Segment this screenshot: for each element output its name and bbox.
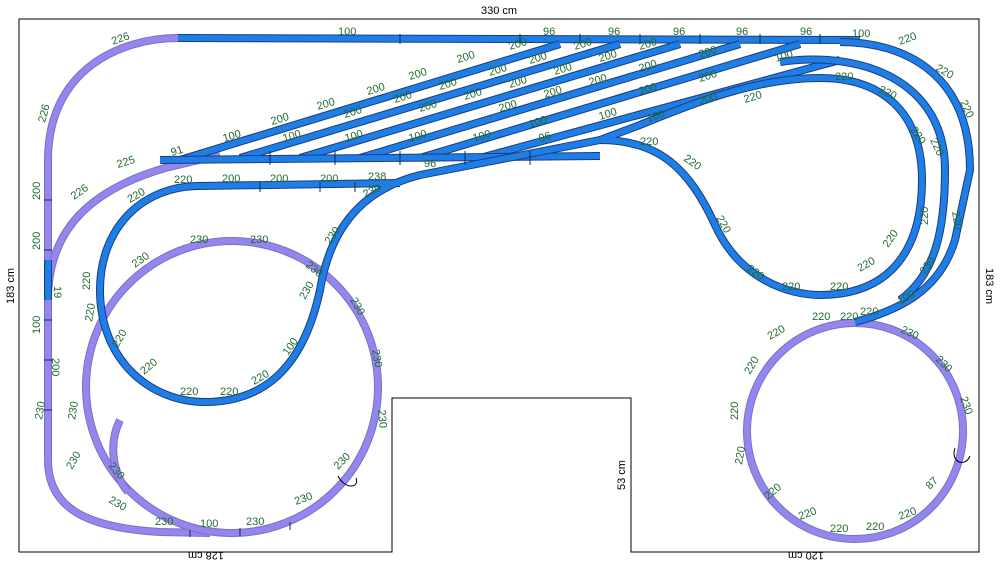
track-piece-label: 220 bbox=[220, 386, 238, 398]
track-piece-label: 87 bbox=[924, 475, 941, 492]
track-piece-label: 220 bbox=[881, 228, 901, 250]
track-piece-label: 19 bbox=[51, 286, 63, 298]
track-piece-label: 220 bbox=[138, 356, 160, 377]
track-piece-label: 100 bbox=[471, 128, 492, 145]
track-piece-label: 220 bbox=[812, 311, 830, 323]
track-piece-label: 220 bbox=[782, 281, 800, 293]
track-piece-label: 230 bbox=[347, 296, 367, 318]
track-piece-label: 96 bbox=[673, 26, 685, 38]
track-piece-label: 100 bbox=[338, 26, 356, 38]
track-piece-label: 230 bbox=[64, 450, 84, 472]
track-piece-label: 220 bbox=[180, 386, 198, 398]
track-piece-label: 220 bbox=[797, 505, 818, 523]
track-piece-label: 200 bbox=[31, 182, 43, 200]
track-piece-label: 96 bbox=[736, 26, 748, 38]
track-piece-label: 200 bbox=[49, 358, 61, 376]
track-layout-diagram: 330 cm 183 cm 183 cm 128 cm 120 cm 53 cm bbox=[5, 5, 995, 561]
track-piece-label: 96 bbox=[800, 26, 812, 38]
track-piece-label: 230 bbox=[155, 516, 173, 528]
track-piece-label: 100 bbox=[31, 316, 43, 334]
track-piece-label: 200 bbox=[222, 173, 240, 185]
track-piece-label: 220 bbox=[835, 71, 853, 83]
track-piece-label: 220 bbox=[640, 136, 658, 148]
track-piece-label: 220 bbox=[742, 355, 762, 377]
track-piece-label: 200 bbox=[407, 66, 428, 83]
track-piece-labels: 100 96 96 96 96 96 100 226 226 220 220 2… bbox=[31, 26, 976, 535]
dimension-bottom-right: 120 cm bbox=[788, 549, 824, 561]
track-piece-label: 226 bbox=[69, 182, 91, 202]
track-piece-label: 220 bbox=[83, 302, 98, 322]
track-piece-label: 225 bbox=[115, 154, 136, 171]
track-piece-label: 230 bbox=[107, 494, 129, 514]
track-piece-label: 200 bbox=[637, 81, 658, 98]
track-piece-label: 200 bbox=[697, 44, 718, 61]
track-piece-label: 220 bbox=[840, 311, 858, 323]
track-piece-label: 96 bbox=[424, 158, 436, 170]
track-piece-label: 96 bbox=[543, 26, 555, 38]
track-piece-label: 220 bbox=[110, 328, 130, 350]
track-piece-label: 220 bbox=[897, 30, 918, 48]
dimension-left: 183 cm bbox=[5, 268, 17, 304]
track-piece-label: 230 bbox=[66, 400, 81, 420]
track-piece-label: 230 bbox=[369, 348, 384, 368]
track-piece-label: 230 bbox=[246, 516, 264, 528]
track-piece-label: 230 bbox=[250, 234, 268, 246]
track-piece-label: 220 bbox=[830, 523, 848, 535]
track-piece-label: 220 bbox=[866, 521, 884, 533]
track-piece-label: 200 bbox=[270, 173, 288, 185]
track-piece-label: 230 bbox=[375, 409, 389, 428]
track-piece-label: 220 bbox=[729, 402, 741, 420]
track-piece-label: 220 bbox=[856, 255, 878, 275]
track-piece-label: 220 bbox=[81, 272, 93, 290]
dimension-right: 183 cm bbox=[983, 268, 995, 304]
track-piece-label: 200 bbox=[455, 49, 476, 66]
track-piece-label: 100 bbox=[527, 114, 548, 131]
track-piece-label: 200 bbox=[31, 232, 43, 250]
track-piece-label: 220 bbox=[919, 207, 931, 225]
track-piece-label: 220 bbox=[949, 210, 964, 230]
track-piece-label: 100 bbox=[200, 518, 218, 530]
track-piece-label: 96 bbox=[608, 26, 620, 38]
track-piece-label: 200 bbox=[320, 173, 338, 185]
track-piece-label: 230 bbox=[297, 280, 317, 302]
track-piece-label: 220 bbox=[830, 281, 848, 293]
track-piece-label: 220 bbox=[860, 306, 878, 318]
dimension-top: 330 cm bbox=[481, 5, 517, 17]
track-piece-label: 220 bbox=[766, 323, 788, 343]
track-piece-label: 238 bbox=[368, 171, 386, 183]
track-piece-label: 220 bbox=[174, 174, 192, 186]
track-piece-label: 230 bbox=[190, 234, 208, 246]
dimension-cutout: 53 cm bbox=[616, 460, 628, 490]
main-tracks bbox=[44, 34, 974, 406]
dimension-bottom-left: 128 cm bbox=[188, 549, 224, 561]
track-piece-label: 220 bbox=[733, 445, 748, 465]
track-piece-label: 200 bbox=[697, 91, 718, 108]
track-piece-label: 100 bbox=[852, 28, 870, 40]
